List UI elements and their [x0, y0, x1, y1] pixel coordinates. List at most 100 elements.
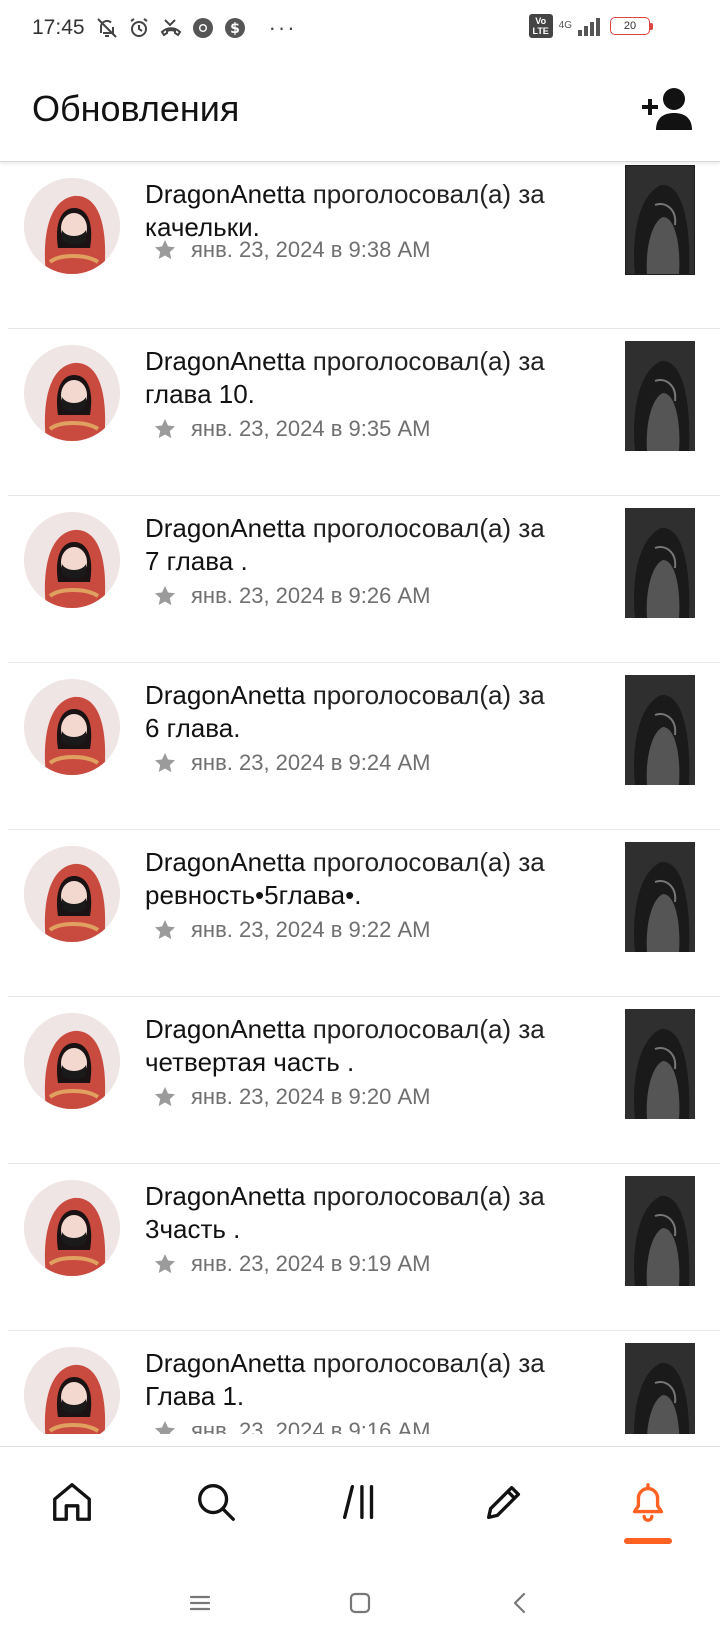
suffix-text: . — [346, 1047, 355, 1077]
star-icon — [153, 918, 177, 942]
user-avatar[interactable] — [24, 1347, 120, 1434]
update-item[interactable]: DragonAnetta проголосовал(а) за четверта… — [8, 997, 720, 1164]
missed-call-icon — [159, 16, 183, 40]
story-title-link[interactable]: ревность•5глава• — [145, 880, 354, 910]
home-icon — [53, 1482, 91, 1521]
story-cover[interactable] — [625, 842, 695, 952]
add-user-button[interactable] — [640, 84, 696, 132]
timestamp: янв. 23, 2024 в 9:20 AM — [191, 1084, 431, 1109]
story-title-link[interactable]: глава 10 — [145, 379, 248, 409]
action-text: проголосовал(а) за — [312, 179, 545, 209]
nav-write[interactable] — [432, 1447, 576, 1556]
update-meta: янв. 23, 2024 в 9:16 AM — [153, 1418, 430, 1434]
suffix-text: . — [233, 713, 241, 743]
update-text: DragonAnetta проголосовал(а) за ревность… — [145, 846, 585, 912]
suffix-text: . — [354, 880, 362, 910]
update-item[interactable]: DragonAnetta проголосовал(а) за глава 10… — [8, 329, 720, 496]
user-avatar[interactable] — [24, 512, 120, 608]
system-nav — [0, 1556, 720, 1650]
star-icon — [153, 417, 177, 441]
update-item[interactable]: DragonAnetta проголосовал(а) за Глава 1.… — [8, 1331, 720, 1434]
update-meta: янв. 23, 2024 в 9:38 AM — [153, 237, 430, 263]
back-button[interactable] — [440, 1573, 600, 1633]
username-link[interactable]: DragonAnetta — [145, 513, 305, 543]
write-icon — [486, 1485, 521, 1519]
action-text: проголосовал(а) за — [312, 1348, 545, 1378]
user-avatar[interactable] — [24, 1013, 120, 1109]
star-icon — [153, 1085, 177, 1109]
update-text: DragonAnetta проголосовал(а) за 3часть . — [145, 1180, 585, 1246]
update-meta: янв. 23, 2024 в 9:20 AM — [153, 1084, 430, 1110]
story-title-link[interactable]: Глава 1 — [145, 1381, 237, 1411]
menu-icon — [189, 1595, 211, 1611]
update-meta: янв. 23, 2024 в 9:19 AM — [153, 1251, 430, 1277]
username-link[interactable]: DragonAnetta — [145, 680, 305, 710]
update-meta: янв. 23, 2024 в 9:24 AM — [153, 750, 430, 776]
update-text: DragonAnetta проголосовал(а) за Глава 1. — [145, 1347, 585, 1413]
update-item[interactable]: DragonAnetta проголосовал(а) за 7 глава … — [8, 496, 720, 663]
bell-off-icon — [95, 16, 119, 40]
story-title-link[interactable]: 6 глава — [145, 713, 233, 743]
story-cover[interactable] — [625, 165, 695, 275]
story-cover[interactable] — [625, 1176, 695, 1286]
chrome-icon — [191, 16, 215, 40]
story-title-link[interactable]: 3часть — [145, 1214, 233, 1244]
more-notifications-icon: ··· — [268, 15, 297, 40]
update-text: DragonAnetta проголосовал(а) за качельки… — [145, 178, 585, 244]
suffix-text: . — [247, 379, 255, 409]
page-title: Обновления — [32, 87, 240, 129]
update-meta: янв. 23, 2024 в 9:26 AM — [153, 583, 430, 609]
home-system-button[interactable] — [280, 1573, 440, 1633]
bell-icon — [632, 1482, 664, 1522]
story-title-link[interactable]: четвертая часть — [145, 1047, 347, 1077]
app-header: Обновления — [0, 56, 720, 162]
story-title-link[interactable]: 7 глава — [145, 546, 240, 576]
user-avatar[interactable] — [24, 178, 120, 274]
action-text: проголосовал(а) за — [312, 1014, 545, 1044]
star-icon — [153, 238, 177, 262]
story-cover[interactable] — [625, 675, 695, 785]
timestamp: янв. 23, 2024 в 9:24 AM — [191, 750, 431, 775]
nav-home[interactable] — [0, 1447, 144, 1556]
story-cover[interactable] — [625, 508, 695, 618]
username-link[interactable]: DragonAnetta — [145, 1181, 305, 1211]
user-avatar[interactable] — [24, 679, 120, 775]
updates-list[interactable]: DragonAnetta проголосовал(а) за качельки… — [0, 162, 720, 1434]
update-item[interactable]: DragonAnetta проголосовал(а) за качельки… — [8, 162, 720, 329]
update-item[interactable]: DragonAnetta проголосовал(а) за 6 глава.… — [8, 663, 720, 830]
update-item[interactable]: DragonAnetta проголосовал(а) за ревность… — [8, 830, 720, 997]
recent-apps-button[interactable] — [120, 1573, 280, 1633]
timestamp: янв. 23, 2024 в 9:22 AM — [191, 917, 431, 942]
battery-icon: 20 — [610, 17, 653, 35]
username-link[interactable]: DragonAnetta — [145, 346, 305, 376]
star-icon — [153, 1252, 177, 1276]
money-icon: $ — [223, 16, 247, 40]
nav-library[interactable] — [288, 1447, 432, 1556]
active-tab-indicator — [624, 1538, 672, 1544]
timestamp: янв. 23, 2024 в 9:16 AM — [191, 1418, 431, 1434]
update-meta: янв. 23, 2024 в 9:35 AM — [153, 416, 430, 442]
update-text: DragonAnetta проголосовал(а) за глава 10… — [145, 345, 585, 411]
username-link[interactable]: DragonAnetta — [145, 179, 305, 209]
user-avatar[interactable] — [24, 846, 120, 942]
update-meta: янв. 23, 2024 в 9:22 AM — [153, 917, 430, 943]
square-icon — [349, 1592, 371, 1614]
action-text: проголосовал(а) за — [312, 513, 545, 543]
volte-badge: Vo LTE — [528, 14, 553, 38]
user-avatar[interactable] — [24, 1180, 120, 1276]
back-chevron-icon — [513, 1592, 526, 1614]
nav-search[interactable] — [144, 1447, 288, 1556]
user-avatar[interactable] — [24, 345, 120, 441]
story-cover[interactable] — [625, 1009, 695, 1119]
suffix-text: . — [233, 1214, 241, 1244]
suffix-text: . — [236, 1381, 245, 1411]
star-icon — [153, 751, 177, 775]
username-link[interactable]: DragonAnetta — [145, 847, 305, 877]
suffix-text: . — [240, 546, 248, 576]
story-cover[interactable] — [625, 1343, 695, 1434]
username-link[interactable]: DragonAnetta — [145, 1014, 305, 1044]
nav-notifications[interactable] — [576, 1447, 720, 1556]
story-cover[interactable] — [625, 341, 695, 451]
username-link[interactable]: DragonAnetta — [145, 1348, 305, 1378]
update-item[interactable]: DragonAnetta проголосовал(а) за 3часть .… — [8, 1164, 720, 1331]
